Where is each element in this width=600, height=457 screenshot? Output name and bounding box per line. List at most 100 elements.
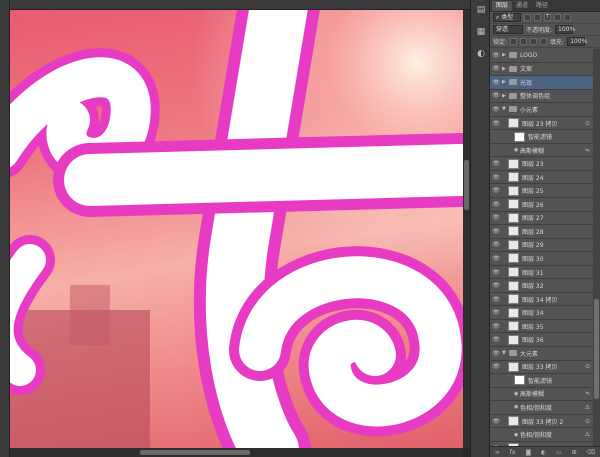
layer-row[interactable]: 智能滤镜	[490, 130, 593, 144]
layer-thumbnail[interactable]	[508, 199, 519, 210]
eye-icon[interactable]: 👁	[490, 363, 502, 370]
blend-mode-dropdown[interactable]: 穿透	[493, 25, 523, 34]
layer-thumbnail[interactable]	[508, 334, 519, 345]
layer-row[interactable]: 👁 图层 33 拷贝 ⊙	[490, 361, 593, 375]
layer-row[interactable]: 👁 图层 34 拷贝	[490, 293, 593, 307]
properties-panel-icon[interactable]: ▦	[475, 26, 487, 38]
layers-scroll-thumb[interactable]	[594, 299, 599, 399]
eye-icon[interactable]: 👁	[490, 241, 502, 248]
eye-icon[interactable]: 👁	[490, 255, 502, 262]
eye-icon[interactable]: 👁	[490, 418, 502, 425]
triangle-right-icon[interactable]: ▶	[502, 52, 509, 58]
eye-icon[interactable]: 👁	[490, 309, 502, 316]
layer-thumbnail[interactable]	[508, 226, 519, 237]
layer-row[interactable]: 👁 图层 29	[490, 239, 593, 253]
layer-thumbnail[interactable]	[508, 280, 519, 291]
adjustment-filter-icon[interactable]	[534, 14, 541, 21]
eye-icon[interactable]: 👁	[490, 269, 502, 276]
lock-position-icon[interactable]	[530, 38, 538, 45]
layer-row[interactable]: 👁 图层 25	[490, 184, 593, 199]
history-panel-icon[interactable]: ▤	[475, 4, 487, 16]
layer-row[interactable]: 👁 ▶ 整体调色组	[490, 90, 593, 104]
layer-row[interactable]: 👁 ▶ 文案	[490, 63, 593, 77]
triangle-right-icon[interactable]: ▶	[502, 93, 509, 99]
delete-layer-icon[interactable]: ⌫	[587, 449, 595, 456]
smart-filter-mask-thumbnail[interactable]	[514, 131, 525, 142]
filter-kind-dropdown[interactable]: ⌕ 类型	[493, 13, 521, 22]
eye-icon[interactable]: 👁	[490, 92, 502, 99]
fx-icon[interactable]: ≒	[585, 147, 590, 154]
eye-icon[interactable]: 👁	[490, 160, 502, 167]
eye-icon[interactable]: 👁	[490, 214, 502, 221]
canvas-vertical-scrollbar[interactable]	[463, 10, 470, 448]
layer-row[interactable]: 👁 图层 26	[490, 198, 593, 212]
layer-row[interactable]: 👁 ▶ 光效	[490, 76, 593, 90]
layer-thumbnail[interactable]	[508, 253, 519, 264]
layer-thumbnail[interactable]	[508, 158, 519, 169]
link-layers-icon[interactable]: ∞	[495, 449, 500, 456]
layer-row[interactable]: ◉ 高斯模糊 ≒	[490, 144, 593, 158]
shape-filter-icon[interactable]	[554, 14, 561, 21]
eye-icon[interactable]: 👁	[490, 79, 502, 86]
triangle-down-icon[interactable]: ▼	[502, 350, 509, 356]
layer-row[interactable]: 👁 图层 23 拷贝 ⊙	[490, 117, 593, 131]
lock-transparent-icon[interactable]	[510, 38, 518, 45]
new-layer-icon[interactable]: ⊞	[572, 449, 577, 456]
tab-channels[interactable]: 通道	[512, 1, 532, 11]
layer-thumbnail[interactable]	[508, 361, 519, 372]
layer-thumbnail[interactable]	[508, 416, 519, 427]
layer-row[interactable]: ◉ 色相/饱和度 ⚠	[490, 428, 593, 442]
layer-row[interactable]: ◉ 色相/饱和度 ⚠	[490, 401, 593, 415]
lock-all-icon[interactable]	[540, 38, 548, 45]
layer-row[interactable]: ◉ 高斯模糊 ≒	[490, 388, 593, 402]
add-mask-icon[interactable]: ◙	[525, 449, 531, 456]
layer-thumbnail[interactable]	[508, 118, 519, 128]
eye-icon[interactable]: 👁	[490, 187, 502, 194]
eye-icon[interactable]: 👁	[490, 296, 502, 303]
layer-thumbnail[interactable]	[508, 185, 519, 196]
layer-thumbnail[interactable]	[508, 239, 519, 250]
layer-row[interactable]: 👁 ▼ 小元素	[490, 103, 593, 117]
canvas-vertical-scroll-thumb[interactable]	[464, 160, 469, 210]
eye-icon[interactable]: 👁	[490, 120, 502, 127]
text-filter-icon[interactable]: T	[544, 14, 551, 21]
eye-icon[interactable]: 👁	[490, 52, 502, 59]
fx-icon[interactable]: ⊙	[585, 418, 590, 425]
layer-row[interactable]: 👁 图层 30	[490, 252, 593, 266]
canvas-horizontal-scroll-thumb[interactable]	[140, 450, 250, 455]
eye-icon[interactable]: 👁	[490, 174, 502, 181]
fx-icon[interactable]: ⊙	[585, 363, 590, 370]
lock-pixels-icon[interactable]	[520, 38, 528, 45]
layers-scrollbar[interactable]	[593, 49, 600, 446]
tab-paths[interactable]: 路径	[532, 1, 552, 11]
canvas-horizontal-scrollbar[interactable]	[10, 448, 463, 457]
eye-icon[interactable]: 👁	[490, 201, 502, 208]
layer-thumbnail[interactable]	[508, 172, 519, 183]
layer-thumbnail[interactable]	[508, 267, 519, 278]
eye-icon[interactable]: 👁	[490, 282, 502, 289]
layer-thumbnail[interactable]	[508, 307, 519, 318]
layer-thumbnail[interactable]	[508, 294, 519, 305]
triangle-right-icon[interactable]: ▶	[502, 79, 509, 85]
fx-icon[interactable]: ⊙	[585, 120, 590, 127]
opacity-input[interactable]: 100%	[555, 25, 575, 34]
fx-icon[interactable]: ≒	[585, 390, 590, 397]
eye-icon[interactable]: 👁	[490, 106, 502, 113]
eye-icon[interactable]: 👁	[490, 323, 502, 330]
new-adjustment-icon[interactable]: ◐	[541, 449, 546, 456]
layer-row[interactable]: 智能滤镜	[490, 374, 593, 388]
document-canvas-area[interactable]	[0, 0, 470, 457]
layer-row[interactable]: 👁 ▶ LOGO	[490, 49, 593, 63]
layer-row[interactable]: 👁 ▼ 大元素	[490, 347, 593, 361]
layer-row[interactable]: 👁 图层 33 拷贝 2 ⊙	[490, 415, 593, 429]
layer-row[interactable]: 👁 图层 35	[490, 320, 593, 334]
add-style-icon[interactable]: fx	[510, 449, 516, 456]
layer-row[interactable]: 👁 图层 31	[490, 266, 593, 280]
triangle-right-icon[interactable]: ▶	[502, 66, 509, 72]
layer-thumbnail[interactable]	[508, 212, 519, 223]
layer-row[interactable]: 👁 图层 24	[490, 171, 593, 185]
artwork-canvas[interactable]	[10, 10, 463, 448]
layer-row[interactable]: 👁 图层 34	[490, 306, 593, 320]
new-group-icon[interactable]: ▭	[556, 449, 562, 456]
smart-object-filter-icon[interactable]	[564, 14, 571, 21]
